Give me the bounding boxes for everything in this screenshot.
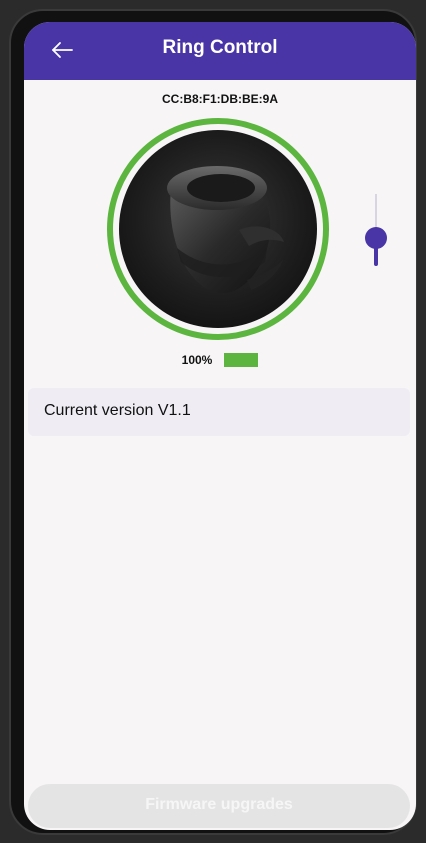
battery-icon xyxy=(224,353,259,367)
ring-image-frame xyxy=(107,118,329,340)
slider-handle[interactable] xyxy=(365,226,387,249)
smart-ring-illustration xyxy=(167,166,284,294)
ring-control-slider[interactable] xyxy=(364,194,388,270)
page-title: Ring Control xyxy=(162,37,278,58)
current-version-label: Current version V1.1 xyxy=(44,402,191,419)
battery-percent: 100% xyxy=(181,353,213,367)
battery-status: 100% xyxy=(24,351,416,369)
battery-level-fill xyxy=(224,353,259,367)
app-header: Ring Control xyxy=(24,22,416,80)
firmware-upgrade-button[interactable]: Firmware upgrades xyxy=(28,784,410,828)
app-screen: Ring Control CC:B8:F1:DB:BE:9A 100% Curr… xyxy=(24,22,416,830)
device-mac-address: CC:B8:F1:DB:BE:9A xyxy=(162,92,278,106)
firmware-version-row: Current version V1.1 xyxy=(28,388,410,436)
ring-image xyxy=(119,130,317,328)
firmware-upgrade-label: Firmware upgrades xyxy=(145,796,293,813)
